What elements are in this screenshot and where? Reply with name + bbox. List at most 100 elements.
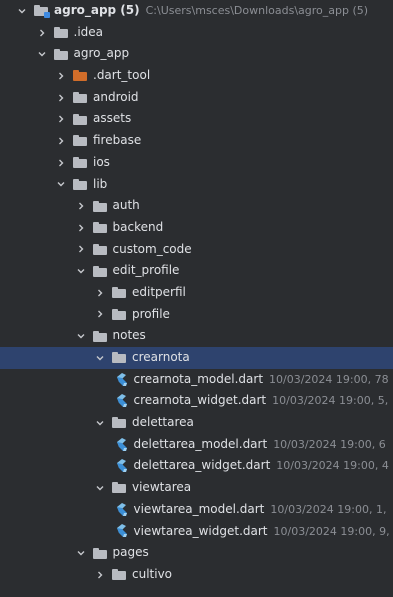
folder-row[interactable]: .dart_tool [0, 65, 393, 87]
item-label: viewtarea_model.dart [133, 501, 265, 516]
item-label: agro_app (5) [54, 3, 140, 17]
chevron-right-icon[interactable] [94, 569, 106, 581]
folder-icon [73, 178, 87, 190]
chevron-right-icon[interactable] [75, 222, 87, 234]
folder-row[interactable]: crearnota [0, 347, 393, 369]
file-row[interactable]: crearnota_widget.dart 10/03/2024 19:00, 5… [0, 390, 393, 412]
item-label: crearnota_widget.dart [133, 393, 267, 408]
folder-row[interactable]: auth [0, 195, 393, 217]
folder-row[interactable]: editperfil [0, 282, 393, 304]
chevron-down-icon[interactable] [94, 482, 106, 494]
item-label: edit_profile [112, 263, 180, 278]
row-content: ios [55, 152, 110, 174]
folder-row[interactable]: pages [0, 542, 393, 564]
file-row[interactable]: delettarea_widget.dart 10/03/2024 19:00, … [0, 455, 393, 477]
chevron-down-icon[interactable] [36, 48, 48, 60]
chevron-right-icon[interactable] [55, 70, 67, 82]
item-label: firebase [93, 133, 142, 148]
row-content: delettarea [94, 412, 194, 434]
item-label: delettarea_model.dart [133, 436, 268, 451]
chevron-down-icon[interactable] [16, 5, 28, 17]
chevron-right-icon[interactable] [55, 92, 67, 104]
folder-row[interactable]: cultivo [0, 564, 393, 586]
folder-row[interactable]: backend [0, 217, 393, 239]
folder-row[interactable]: notes [0, 325, 393, 347]
row-content: custom_code [75, 239, 192, 261]
folder-row[interactable]: viewtarea [0, 477, 393, 499]
folder-row[interactable]: android [0, 87, 393, 109]
folder-row[interactable]: lib [0, 174, 393, 196]
dart-file-icon [114, 372, 130, 388]
row-content: .idea [36, 22, 103, 44]
dart-file-icon [114, 437, 130, 453]
item-meta: 10/03/2024 19:00, 4 [276, 459, 389, 473]
folder-row[interactable]: agro_app (5) C:\Users\msces\Downloads\agr… [0, 0, 393, 22]
chevron-down-icon[interactable] [75, 330, 87, 342]
file-row[interactable]: delettarea_model.dart 10/03/2024 19:00, 6 [0, 434, 393, 456]
project-tree: agro_app (5) C:\Users\msces\Downloads\agr… [0, 0, 393, 597]
folder-icon [53, 27, 68, 39]
folder-icon [112, 308, 126, 320]
row-content: crearnota [94, 347, 190, 369]
dart-file-icon [114, 523, 130, 539]
file-row[interactable]: viewtarea_model.dart 10/03/2024 19:00, 1, [0, 499, 393, 521]
folder-row[interactable]: agro_app [0, 43, 393, 65]
folder-row[interactable]: assets [0, 108, 393, 130]
row-content: agro_app (5) C:\Users\msces\Downloads\agr… [16, 0, 368, 22]
folder-row[interactable]: firebase [0, 130, 393, 152]
file-row[interactable]: viewtarea_widget.dart 10/03/2024 19:00, 9… [0, 521, 393, 543]
folder-row[interactable]: ios [0, 152, 393, 174]
item-label: auth [112, 198, 140, 213]
item-label: custom_code [112, 241, 192, 256]
row-content: pages [75, 542, 149, 564]
chevron-right-icon[interactable] [75, 243, 87, 255]
chevron-down-icon[interactable] [94, 417, 106, 429]
row-content: crearnota_widget.dart 10/03/2024 19:00, 5… [114, 390, 388, 412]
chevron-right-icon[interactable] [94, 287, 106, 299]
item-meta: 10/03/2024 19:00, 1, [270, 502, 387, 516]
row-content: crearnota_model.dart 10/03/2024 19:00, 78 [114, 369, 389, 391]
folder-row[interactable]: profile [0, 304, 393, 326]
chevron-right-icon[interactable] [94, 308, 106, 320]
row-content: assets [55, 108, 131, 130]
chevron-down-icon[interactable] [75, 265, 87, 277]
row-content: auth [75, 195, 140, 217]
folder-row[interactable]: .idea [0, 22, 393, 44]
chevron-right-icon[interactable] [55, 113, 67, 125]
item-label: assets [93, 111, 132, 126]
file-row[interactable]: crearnota_model.dart 10/03/2024 19:00, 78 [0, 369, 393, 391]
chevron-right-icon[interactable] [55, 135, 67, 147]
item-label: profile [132, 306, 170, 321]
folder-icon [92, 222, 107, 234]
row-content: cultivo [94, 564, 172, 586]
item-label: notes [112, 328, 146, 343]
folder-icon [34, 5, 50, 19]
folder-icon [112, 287, 126, 299]
chevron-down-icon[interactable] [94, 352, 106, 364]
item-label: android [93, 89, 139, 104]
item-label: pages [112, 545, 149, 560]
chevron-right-icon[interactable] [75, 200, 87, 212]
folder-row[interactable]: custom_code [0, 239, 393, 261]
item-label: editperfil [132, 284, 186, 299]
row-content: viewtarea_model.dart 10/03/2024 19:00, 1, [114, 499, 387, 521]
row-content: firebase [55, 130, 141, 152]
item-label: crearnota [132, 350, 190, 364]
item-meta: 10/03/2024 19:00, 9, [273, 524, 390, 538]
row-content: agro_app [36, 43, 129, 65]
row-content: delettarea_widget.dart 10/03/2024 19:00, … [114, 455, 389, 477]
item-label: .dart_tool [93, 68, 151, 83]
row-content: android [55, 87, 139, 109]
chevron-right-icon[interactable] [55, 157, 67, 169]
folder-icon [92, 200, 107, 212]
chevron-right-icon[interactable] [36, 27, 48, 39]
folder-icon [73, 113, 87, 125]
folder-row[interactable]: delettarea [0, 412, 393, 434]
chevron-down-icon[interactable] [75, 547, 87, 559]
folder-icon [92, 330, 107, 342]
folder-icon [112, 569, 126, 581]
folder-row[interactable]: edit_profile [0, 260, 393, 282]
chevron-down-icon[interactable] [55, 178, 67, 190]
folder-icon [92, 265, 107, 277]
item-label: ios [93, 154, 110, 169]
